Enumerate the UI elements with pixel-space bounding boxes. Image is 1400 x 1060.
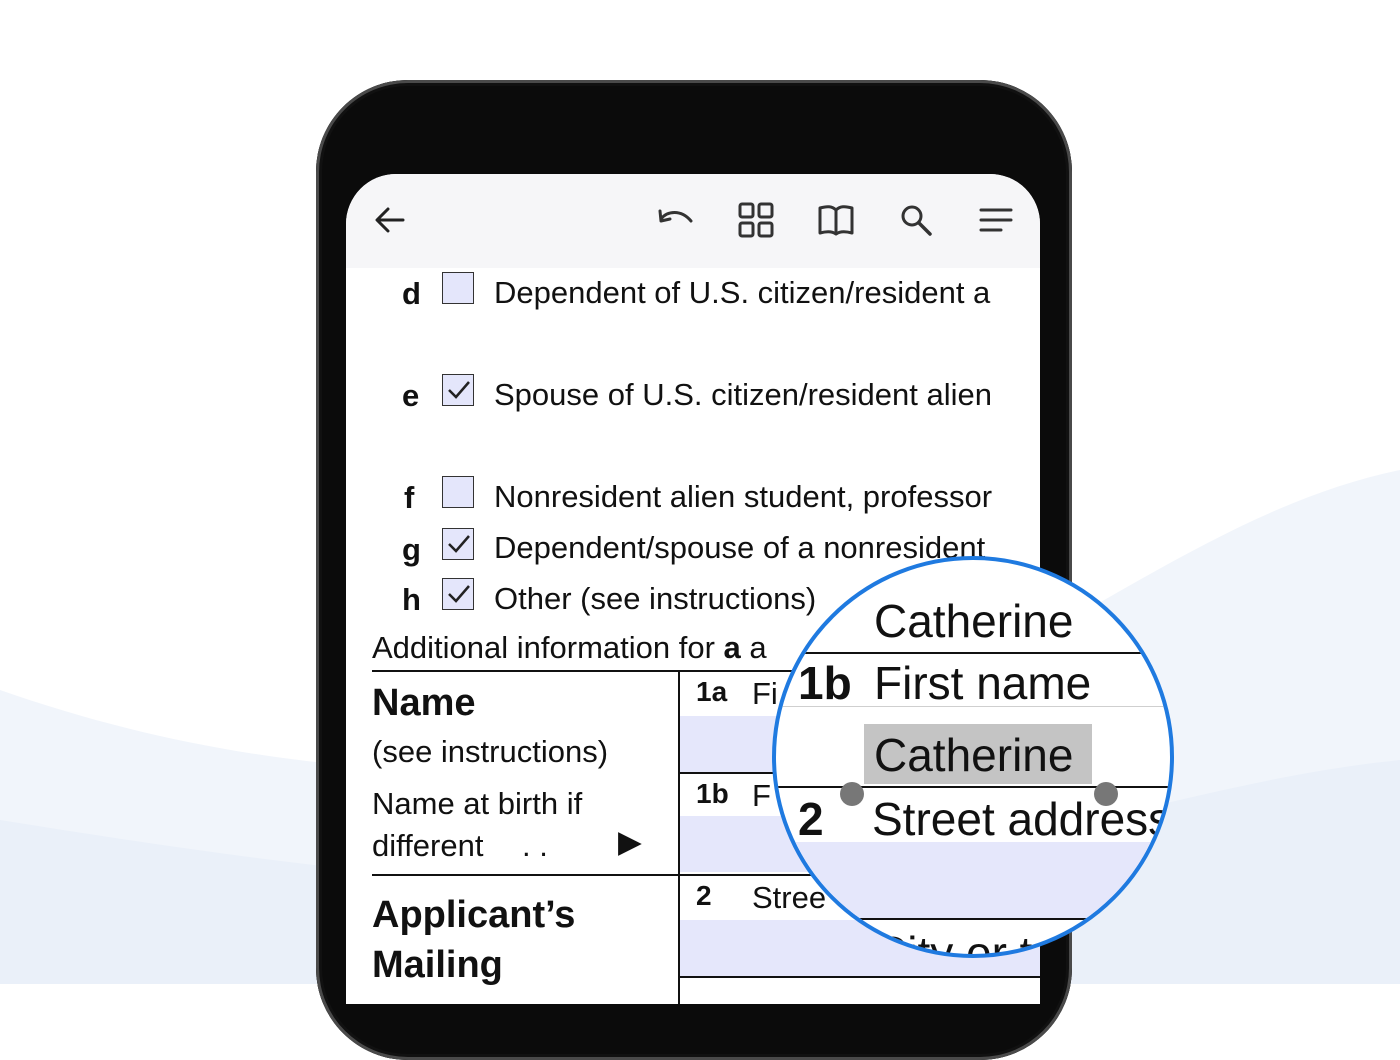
option-letter-e: e: [402, 378, 420, 413]
checkbox-g[interactable]: [442, 528, 474, 560]
field-number-2: 2: [696, 880, 712, 911]
checkmark-icon: [448, 535, 470, 553]
divider: [776, 652, 1170, 654]
field-number-1a: 1a: [696, 676, 728, 707]
magnified-value-top: Catherine: [874, 595, 1074, 647]
checkmark-icon: [448, 585, 470, 603]
divider: [680, 976, 1040, 978]
option-text-f: Nonresident alien student, professor: [494, 479, 993, 514]
additional-info-line: Additional information for a a: [372, 630, 767, 665]
leader-dots: . .: [522, 828, 548, 863]
option-text-d: Dependent of U.S. citizen/resident a: [494, 275, 991, 310]
checkbox-e[interactable]: [442, 374, 474, 406]
divider: [776, 918, 1170, 920]
grid-icon[interactable]: [734, 198, 778, 242]
undo-icon[interactable]: [654, 198, 698, 242]
magnified-city-label: City or to: [874, 927, 1059, 958]
magnified-street-address-field[interactable]: [776, 842, 1170, 918]
arrow-left-icon[interactable]: [368, 198, 412, 242]
toolbar: [346, 174, 1040, 268]
field-number-1b: 1b: [696, 778, 729, 809]
option-text-g: Dependent/spouse of a nonresident: [494, 530, 986, 565]
name-section-subtitle: (see instructions): [372, 734, 609, 769]
option-letter-h: h: [402, 582, 421, 617]
option-letter-d: d: [402, 276, 421, 311]
pointer-arrow-icon: ▶: [618, 824, 642, 859]
name-at-birth-label: Name at birth if: [372, 786, 583, 821]
selection-handle-start[interactable]: [840, 782, 864, 806]
magnifier-loupe: Catherine 1b First name Catherine 2 Stre…: [772, 556, 1174, 958]
checkmark-icon: [448, 381, 470, 399]
checkbox-f[interactable]: [442, 476, 474, 508]
checkbox-d[interactable]: [442, 272, 474, 304]
name-section-title: Name: [372, 682, 476, 724]
menu-icon[interactable]: [974, 198, 1018, 242]
magnified-field-number-1b: 1b: [798, 657, 852, 709]
field-label-1b: F: [752, 778, 771, 813]
magnified-field-label-1b: First name: [874, 657, 1092, 709]
option-text-e: Spouse of U.S. citizen/resident alien: [494, 377, 992, 412]
mailing-section-title-2: Mailing: [372, 944, 503, 986]
option-letter-g: g: [402, 532, 421, 567]
book-icon[interactable]: [814, 198, 858, 242]
magnified-field-number-2: 2: [798, 793, 824, 845]
field-label-1a: Fi: [752, 676, 778, 711]
checkbox-h[interactable]: [442, 578, 474, 610]
option-letter-f: f: [404, 480, 415, 515]
option-text-h: Other (see instructions): [494, 581, 817, 616]
magnified-field-label-2: Street address: [872, 793, 1172, 845]
magnified-selected-value[interactable]: Catherine: [874, 728, 1073, 782]
search-icon[interactable]: [894, 198, 938, 242]
divider: [776, 706, 1170, 707]
mailing-section-title: Applicant’s: [372, 894, 576, 936]
name-at-birth-label-2: different: [372, 828, 484, 863]
